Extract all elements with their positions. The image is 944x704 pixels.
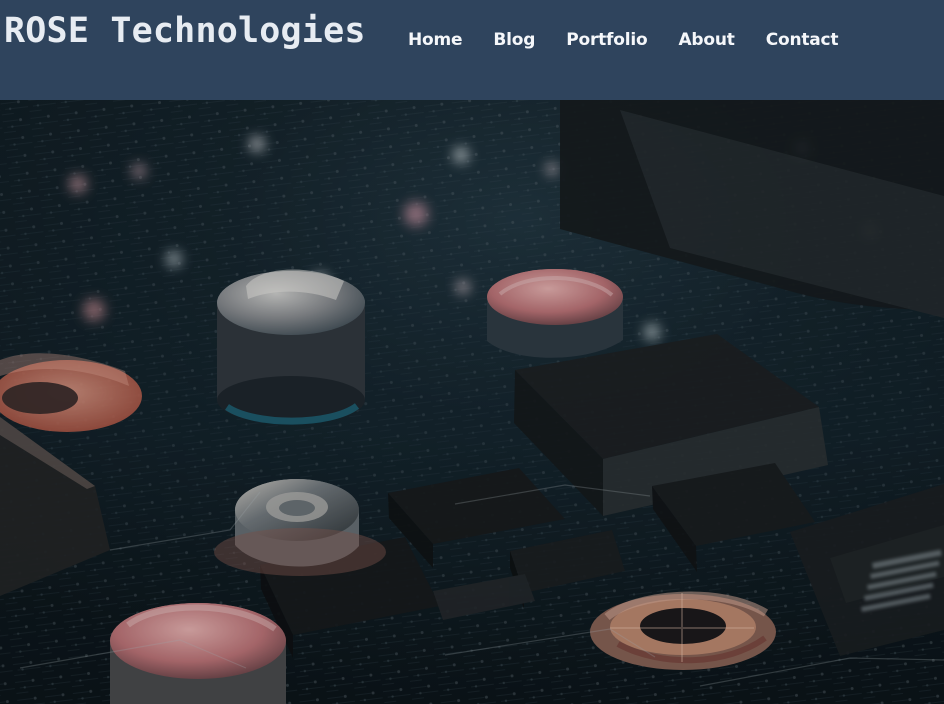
circuit-board-hero-image bbox=[0, 100, 944, 704]
main-navigation: Home Blog Portfolio About Contact bbox=[392, 24, 839, 56]
nav-link-home[interactable]: Home bbox=[408, 26, 463, 54]
hero-section bbox=[0, 100, 944, 704]
nav-link-about[interactable]: About bbox=[678, 26, 734, 54]
site-header: ROSE Technologies Home Blog Portfolio Ab… bbox=[0, 0, 944, 100]
nav-link-blog[interactable]: Blog bbox=[493, 26, 535, 54]
nav-link-contact[interactable]: Contact bbox=[766, 26, 839, 54]
site-brand[interactable]: ROSE Technologies bbox=[4, 9, 366, 53]
nav-link-portfolio[interactable]: Portfolio bbox=[566, 26, 647, 54]
